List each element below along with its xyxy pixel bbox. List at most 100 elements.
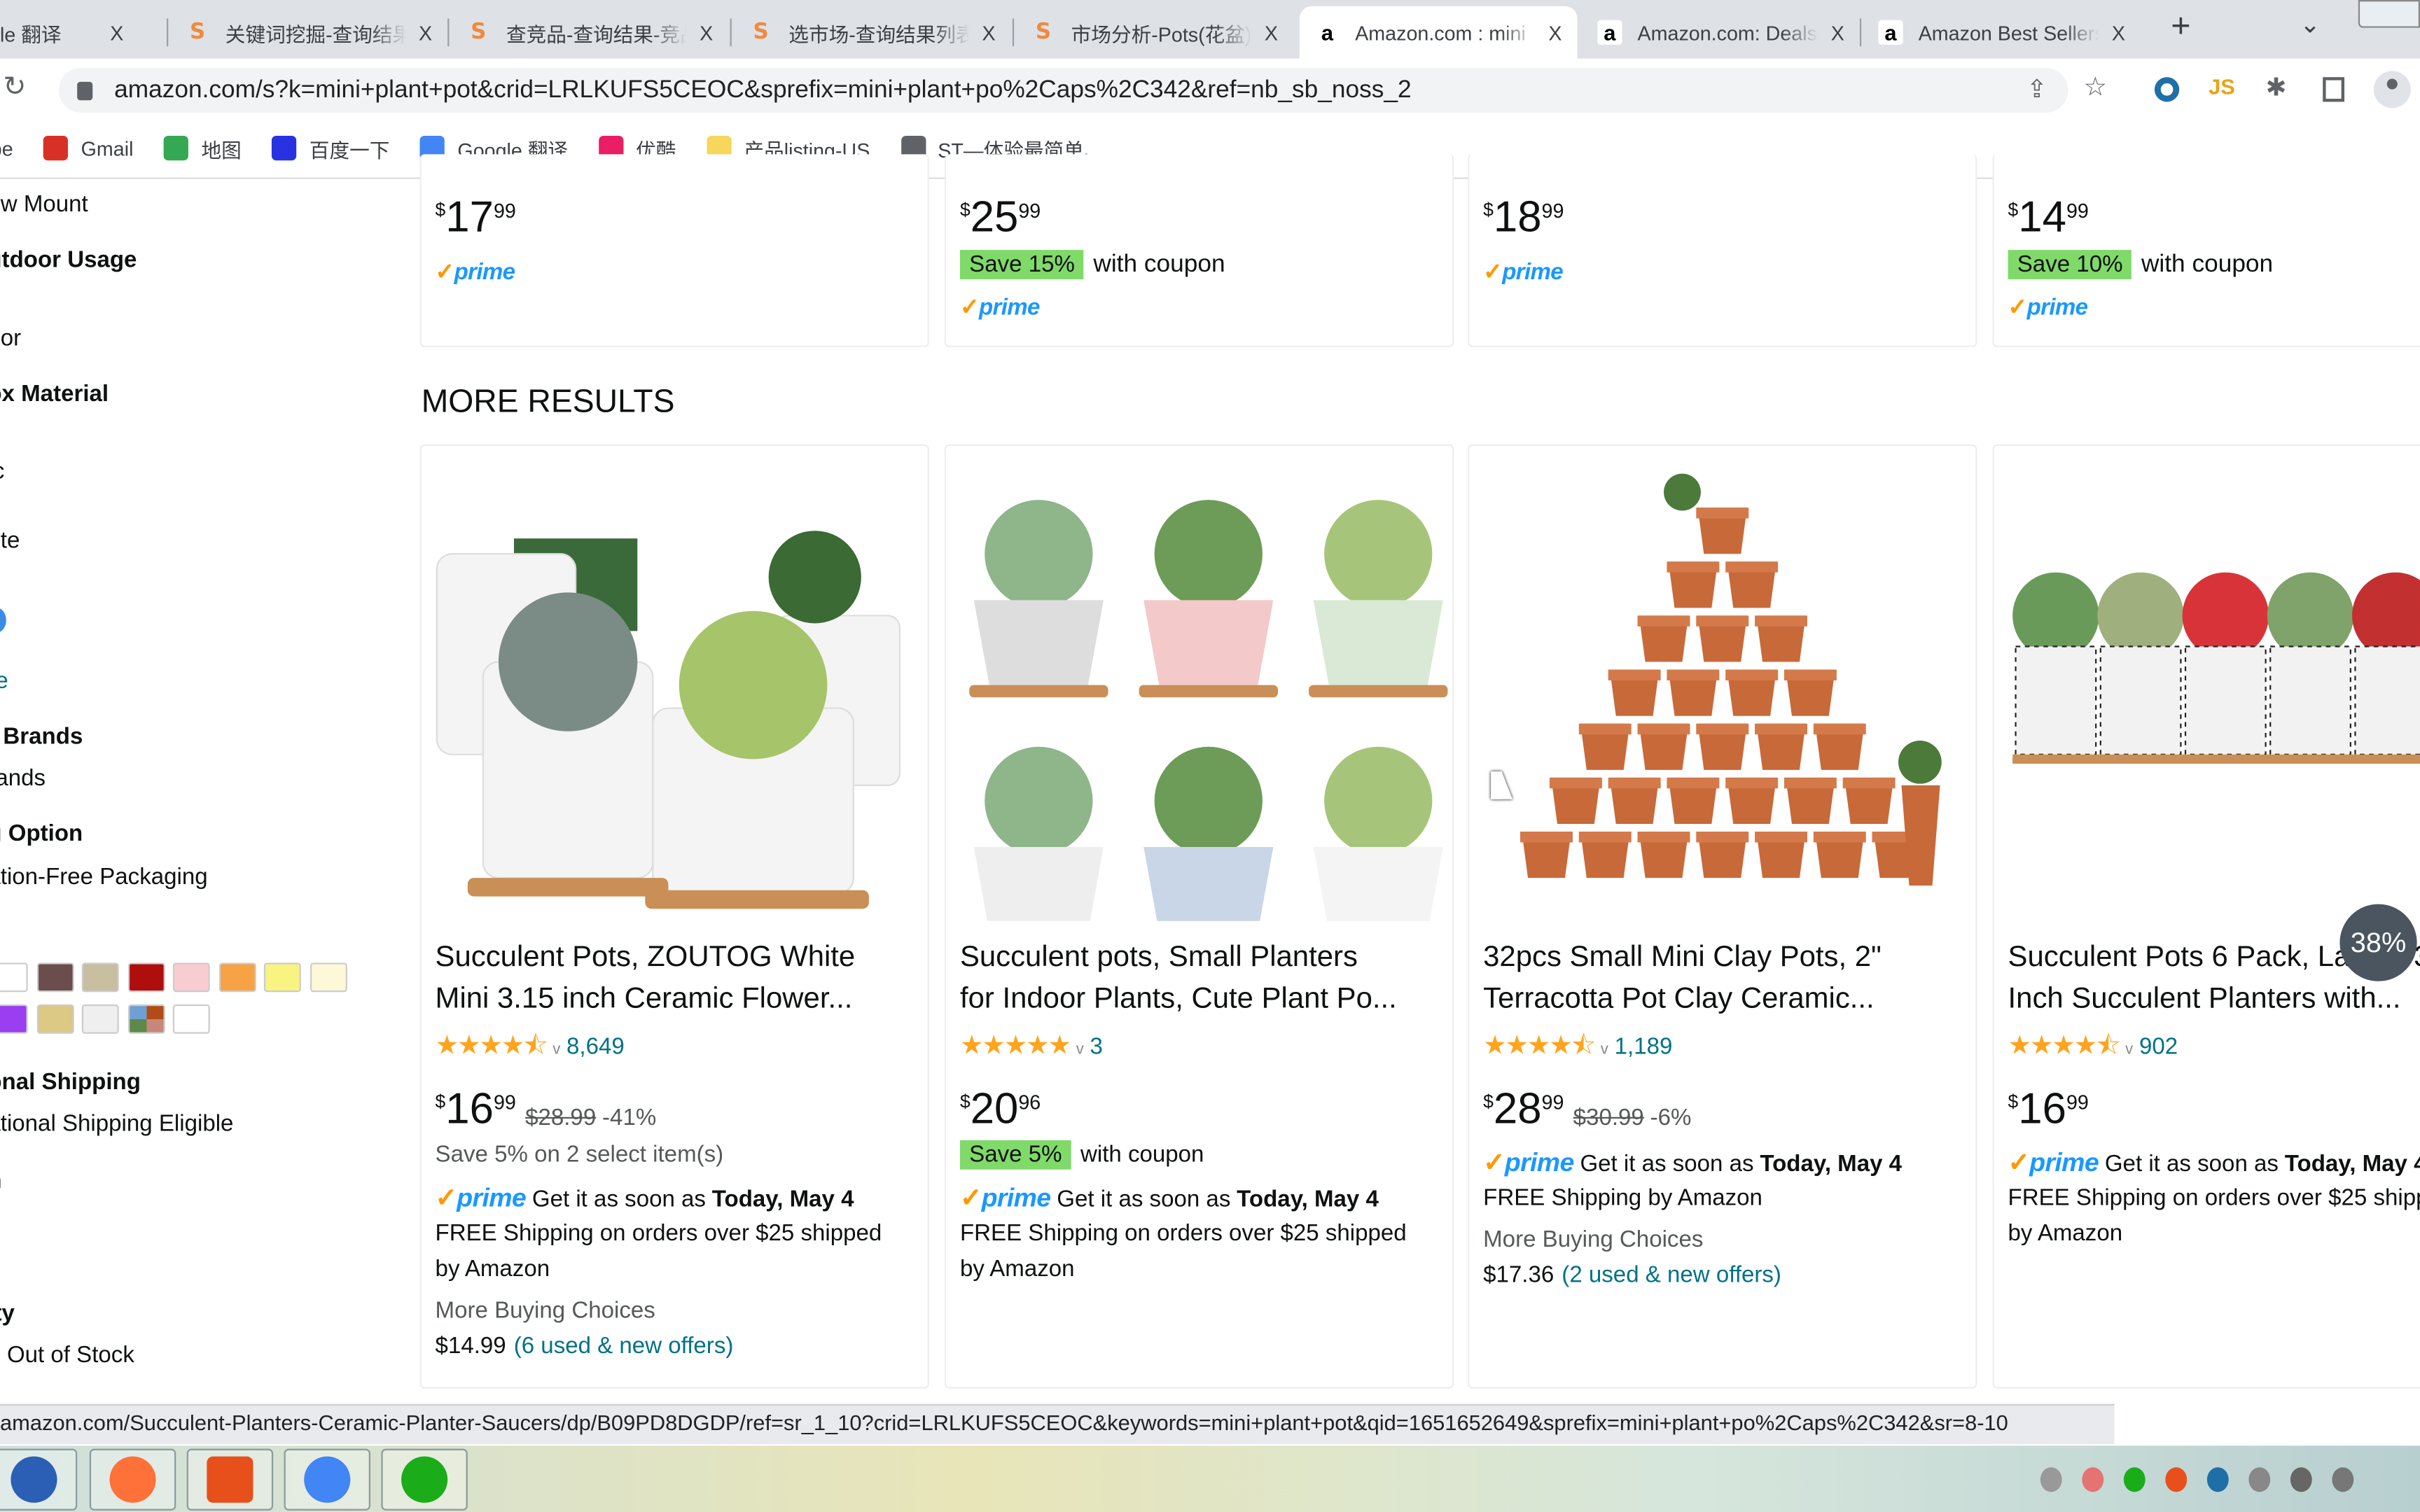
tray-icon[interactable]: [2165, 1467, 2188, 1492]
sidebar-item[interactable]: ete: [0, 528, 20, 554]
foxit-taskbar-button[interactable]: [186, 1448, 274, 1511]
progress-badge[interactable]: 38%: [2339, 904, 2417, 981]
product-title[interactable]: Succulent pots, Small Planters: [960, 937, 1446, 979]
sidebar-item[interactable]: ow Mount: [0, 191, 88, 217]
star-rating-icon[interactable]: ★★★★⯪: [436, 1030, 548, 1060]
review-count[interactable]: 1,189: [1615, 1034, 1673, 1060]
chevron-down-icon[interactable]: v: [1076, 1042, 1084, 1058]
bookmark-3[interactable]: 百度一下: [272, 134, 389, 163]
product-title-line2[interactable]: Mini 3.15 inch Ceramic Flower...: [436, 978, 922, 1020]
sidebar-item[interactable]: ation-Free Packaging: [0, 864, 208, 890]
sidebar-item[interactable]: e Out of Stock: [0, 1343, 134, 1368]
extension-icon[interactable]: [2154, 77, 2180, 102]
product-title-line2[interactable]: for Indoor Plants, Cute Plant Po...: [960, 978, 1446, 1020]
tab-6[interactable]: a Amazon.com: Deals X: [1582, 6, 1860, 59]
sidebar-item[interactable]: n: [0, 563, 1, 589]
product-image[interactable]: [422, 446, 928, 921]
offers-link[interactable]: (6 used & new offers): [514, 1333, 734, 1359]
chrome-taskbar-button[interactable]: [284, 1448, 370, 1511]
color-swatch[interactable]: [0, 1004, 28, 1034]
sidebar-item[interactable]: oor: [0, 326, 21, 351]
tab-close-icon[interactable]: X: [1548, 21, 1562, 44]
chevron-down-icon[interactable]: v: [2125, 1042, 2133, 1058]
wechat-taskbar-button[interactable]: [381, 1448, 468, 1511]
bookmark-1[interactable]: Gmail: [43, 135, 133, 161]
product-title[interactable]: Succulent Pots, ZOUTOG White: [436, 937, 922, 979]
radio-icon[interactable]: [0, 608, 6, 633]
sidebar-item[interactable]: ic: [0, 458, 4, 484]
star-rating-icon[interactable]: ★★★★⯪: [1483, 1030, 1596, 1060]
tab-4[interactable]: S 市场分析-Pots(花盆) X: [1015, 6, 1293, 59]
profile-avatar-icon[interactable]: ●: [2373, 71, 2411, 108]
star-rating-icon[interactable]: ★★★★⯪: [2008, 1030, 2121, 1060]
tab-list-button[interactable]: ⌄: [2300, 9, 2330, 40]
chevron-down-icon[interactable]: v: [1601, 1042, 1608, 1058]
tab-close-icon[interactable]: X: [419, 21, 432, 44]
review-count[interactable]: 3: [1090, 1034, 1103, 1060]
coupon-row[interactable]: Save 10% with coupon: [2008, 247, 2273, 283]
sidebar-item[interactable]: ational Shipping Eligible: [0, 1111, 233, 1137]
new-tab-button[interactable]: +: [2161, 6, 2201, 52]
top-result-card[interactable]: [1468, 154, 1977, 347]
bookmark-0[interactable]: pe: [0, 136, 13, 160]
product-title-line2[interactable]: Terracotta Pot Clay Ceramic...: [1483, 978, 1969, 1020]
bookmark-star-icon[interactable]: ☆: [2084, 73, 2108, 104]
tray-icon[interactable]: [2123, 1467, 2146, 1492]
tab-close-icon[interactable]: X: [2112, 21, 2125, 44]
tab-close-icon[interactable]: X: [982, 21, 996, 44]
tab-0[interactable]: le 翻译 X: [0, 6, 139, 59]
extensions-puzzle-icon[interactable]: ✱: [2266, 73, 2287, 104]
tab-close-icon[interactable]: X: [1831, 21, 1844, 44]
review-count[interactable]: 902: [2139, 1034, 2178, 1060]
review-count[interactable]: 8,649: [566, 1034, 625, 1060]
firefox-taskbar-button[interactable]: [89, 1448, 176, 1511]
color-swatch[interactable]: [81, 1004, 119, 1034]
top-result-card[interactable]: [419, 154, 929, 347]
product-image[interactable]: [946, 446, 1452, 921]
color-swatch[interactable]: [172, 1004, 210, 1034]
product-title[interactable]: 32pcs Small Mini Clay Pots, 2": [1483, 937, 1969, 979]
chevron-down-icon[interactable]: v: [552, 1042, 560, 1058]
promo-text[interactable]: Save 5% on 2 select item(s): [436, 1137, 724, 1172]
tab-close-icon[interactable]: X: [700, 21, 713, 44]
tab-3[interactable]: S 选市场-查询结果列表 X: [733, 6, 1011, 59]
window-restore-button[interactable]: [2358, 0, 2420, 28]
share-icon[interactable]: ⇪: [2026, 74, 2047, 105]
color-swatch[interactable]: [36, 1004, 74, 1034]
tab-5[interactable]: a Amazon.com : mini X: [1299, 6, 1578, 59]
tab-close-icon[interactable]: X: [110, 21, 123, 44]
color-swatch[interactable]: [309, 962, 347, 993]
tab-7[interactable]: a Amazon Best Sellers X: [1863, 6, 2141, 59]
product-image[interactable]: [1994, 446, 2420, 921]
side-panel-icon[interactable]: [2323, 77, 2345, 102]
color-swatch[interactable]: [218, 962, 256, 993]
sidebar-link[interactable]: re: [0, 668, 8, 694]
coupon-row[interactable]: Save 15% with coupon: [959, 247, 1225, 283]
tab-close-icon[interactable]: X: [1265, 21, 1278, 44]
sidebar-item[interactable]: rands: [0, 765, 46, 791]
color-swatch[interactable]: [0, 962, 28, 993]
star-rating-icon[interactable]: ★★★★★: [960, 1030, 1071, 1060]
offers-link[interactable]: (2 used & new offers): [1562, 1262, 1781, 1288]
tab-2[interactable]: S 查竞品-查询结果-竞品 X: [451, 6, 729, 59]
color-swatch[interactable]: [172, 962, 210, 993]
color-swatch[interactable]: [36, 962, 74, 993]
tray-icon[interactable]: [2206, 1467, 2229, 1492]
tab-1[interactable]: S 关键词挖掘-查询结果 X: [169, 6, 447, 59]
tray-icon[interactable]: [2332, 1467, 2354, 1492]
color-swatch[interactable]: [81, 962, 119, 993]
tray-icon[interactable]: [2248, 1467, 2271, 1492]
coupon-row[interactable]: Save 5% with coupon: [959, 1137, 1204, 1172]
color-swatch[interactable]: [263, 962, 301, 993]
tray-icon[interactable]: [2290, 1467, 2312, 1492]
color-swatch[interactable]: [127, 1004, 165, 1034]
product-title-line2[interactable]: Inch Succulent Planters with...: [2008, 978, 2420, 1020]
js-extension-icon[interactable]: JS: [2209, 74, 2235, 99]
reload-icon[interactable]: ↻: [3, 71, 26, 103]
tray-icon[interactable]: [2040, 1467, 2062, 1492]
windows-explorer-taskbar-button[interactable]: [0, 1448, 78, 1511]
tray-icon[interactable]: [2082, 1467, 2104, 1492]
color-swatch[interactable]: [127, 962, 165, 993]
address-bar[interactable]: amazon.com/s?k=mini+plant+pot&crid=LRLKU…: [58, 67, 2068, 113]
product-image[interactable]: [1469, 446, 1975, 921]
